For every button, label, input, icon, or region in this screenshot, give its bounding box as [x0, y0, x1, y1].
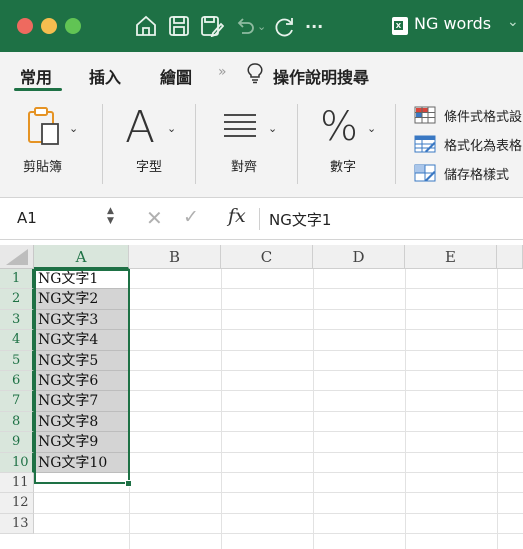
grid-line [405, 269, 406, 549]
document-title[interactable]: NG words [414, 14, 491, 33]
name-box[interactable]: A1 [17, 209, 37, 227]
cell-styles-label: 儲存格樣式 [444, 167, 510, 183]
insert-function-button[interactable]: fx [228, 205, 246, 227]
row-header[interactable]: 6 [0, 371, 34, 392]
row-header[interactable]: 3 [0, 309, 34, 331]
name-box-stepper-icon[interactable]: ▲ ▼ [107, 206, 114, 226]
group-clipboard-label: 剪貼簿 [23, 160, 63, 175]
format-as-table-label: 格式化為表格 [444, 138, 523, 154]
row-header[interactable]: 12 [0, 493, 34, 514]
zoom-window-button[interactable] [65, 18, 81, 34]
cancel-icon[interactable]: ✕ [146, 206, 163, 230]
formula-bar: A1 ▲ ▼ ✕ ✓ fx NG文字1 [0, 198, 523, 240]
column-header-b[interactable]: B [129, 245, 221, 269]
format-as-table-button[interactable]: 格式化為表格 [414, 133, 522, 155]
tell-me-search[interactable]: 操作說明搜尋 [273, 64, 369, 88]
ribbon-divider [102, 104, 103, 184]
more-icon[interactable]: ··· [305, 12, 323, 40]
grid-line [34, 512, 523, 514]
tab-draw[interactable]: 繪圖 [160, 64, 192, 88]
select-all-corner[interactable] [0, 245, 34, 269]
title-bar: ⌄ ··· X NG words ⌄ [0, 0, 523, 52]
format-as-table-icon [414, 135, 436, 153]
worksheet-grid[interactable]: A B C D E 1 NG文字1 2 NG文字2 3 NG文字3 4 NG文字4 5 NG文字5… [0, 245, 523, 549]
title-chevron-down-icon[interactable]: ⌄ [507, 14, 519, 30]
fill-handle[interactable] [125, 480, 132, 487]
cell-styles-button[interactable]: 儲存格樣式 [414, 162, 509, 184]
grid-line [34, 492, 523, 494]
grid-line [313, 269, 314, 549]
group-number-label: 數字 [330, 160, 357, 175]
align-icon[interactable] [222, 112, 258, 142]
conditional-format-button[interactable]: 條件式格式設 [414, 104, 522, 126]
grid-line [34, 533, 523, 535]
row-header[interactable]: 2 [0, 289, 34, 310]
font-icon[interactable]: A [125, 102, 155, 153]
ribbon-divider [297, 104, 298, 184]
group-alignment-label: 對齊 [231, 160, 258, 175]
ribbon-divider [195, 104, 196, 184]
svg-text:X: X [396, 22, 402, 30]
ribbon-home: ⌄ 剪貼簿 A ⌄ 字型 ⌄ 對齊 % ⌄ 數字 條件式格式設 格式化為表格 儲… [0, 96, 523, 198]
column-header-f[interactable] [497, 245, 523, 269]
more-tabs-icon[interactable]: » [218, 64, 227, 80]
tab-insert[interactable]: 插入 [89, 64, 121, 88]
column-header-e[interactable]: E [405, 245, 497, 269]
paste-chevron-icon[interactable]: ⌄ [69, 122, 78, 135]
undo-icon[interactable] [234, 12, 256, 40]
redo-icon[interactable] [272, 12, 296, 40]
home-icon[interactable] [134, 12, 158, 40]
number-chevron-icon[interactable]: ⌄ [367, 122, 376, 135]
row-header[interactable]: 5 [0, 350, 34, 371]
group-font-label: 字型 [136, 160, 163, 175]
enter-check-icon[interactable]: ✓ [183, 206, 199, 228]
minimize-window-button[interactable] [41, 18, 57, 34]
percent-icon[interactable]: % [320, 104, 358, 150]
grid-line [221, 269, 222, 549]
excel-file-icon: X [391, 12, 409, 40]
conditional-format-icon [414, 106, 436, 124]
undo-dropdown-icon[interactable]: ⌄ [257, 12, 266, 40]
row-header[interactable]: 13 [0, 513, 34, 535]
column-header-d[interactable]: D [313, 245, 405, 269]
edit-save-icon[interactable] [200, 12, 224, 40]
row-header[interactable]: 9 [0, 432, 34, 453]
conditional-format-label: 條件式格式設 [444, 109, 523, 125]
align-chevron-icon[interactable]: ⌄ [268, 122, 277, 135]
column-header-a[interactable]: A [34, 245, 129, 269]
grid-line [497, 269, 498, 549]
active-tab-indicator [14, 88, 62, 91]
cell-styles-icon [414, 164, 436, 182]
tab-home[interactable]: 常用 [20, 64, 52, 88]
formula-input[interactable]: NG文字1 [269, 209, 331, 230]
row-header[interactable]: 8 [0, 411, 34, 433]
row-header[interactable]: 1 [0, 269, 34, 290]
formula-bar-divider [259, 208, 260, 230]
column-header-c[interactable]: C [221, 245, 313, 269]
row-header[interactable]: 10 [0, 452, 34, 473]
close-window-button[interactable] [17, 18, 33, 34]
lightbulb-icon[interactable] [246, 62, 264, 88]
ribbon-divider [395, 104, 396, 184]
save-icon[interactable] [168, 12, 190, 40]
selection-range [34, 269, 130, 484]
row-header[interactable]: 4 [0, 330, 34, 351]
font-chevron-icon[interactable]: ⌄ [167, 122, 176, 135]
row-header[interactable]: 7 [0, 391, 34, 412]
row-header[interactable]: 11 [0, 473, 34, 494]
clipboard-icon[interactable] [26, 106, 64, 152]
